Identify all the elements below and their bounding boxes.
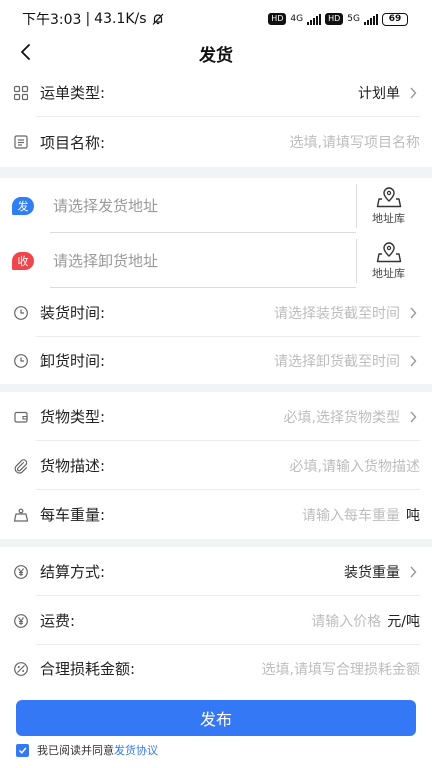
section-gap <box>0 539 432 547</box>
load-time-picker[interactable]: 请选择装货截至时间 <box>274 303 400 323</box>
status-bar: 下午3:03 | 43.1K/s HD 4G HD 5G 69 <box>0 0 432 38</box>
waybill-type-row[interactable]: 运单类型: 计划单 <box>0 68 432 117</box>
unload-time-picker[interactable]: 请选择卸货截至时间 <box>274 351 400 371</box>
settlement-method-label: 结算方式: <box>40 563 106 581</box>
goods-type-row[interactable]: 货物类型: 必填,选择货物类型 <box>0 392 432 441</box>
chevron-right-icon <box>406 86 420 100</box>
address-library-label: 地址库 <box>372 266 405 280</box>
section-gap <box>0 167 432 178</box>
goods-type-label: 货物类型: <box>40 408 106 426</box>
clock-icon <box>12 304 30 322</box>
goods-type-picker[interactable]: 必填,选择货物类型 <box>284 407 400 427</box>
publish-shipment-page: 下午3:03 | 43.1K/s HD 4G HD 5G 69 发货 运单类型:… <box>0 0 432 768</box>
status-left: 下午3:03 | 43.1K/s <box>22 9 165 29</box>
map-pin-icon <box>376 186 401 207</box>
goods-desc-input[interactable]: 必填,请输入货物描述 <box>290 456 420 476</box>
settlement-method-value[interactable]: 装货重量 <box>344 562 400 582</box>
chevron-right-icon <box>406 410 420 424</box>
agreement-text: 我已阅读并同意 <box>37 744 114 757</box>
send-badge: 发 <box>12 196 34 215</box>
bottom-action-bar: 发布 我已阅读并同意 发货协议 <box>0 690 432 768</box>
network-type-1: 4G <box>290 14 304 24</box>
waybill-section: 运单类型: 计划单 项目名称: 选填,请填写项目名称 <box>0 68 432 167</box>
address-library-label: 地址库 <box>372 211 405 225</box>
signal-icon <box>307 13 322 25</box>
network-type-2: 5G <box>347 14 360 24</box>
status-right: HD 4G HD 5G 69 <box>268 12 408 26</box>
discount-icon <box>12 660 30 678</box>
paperclip-icon <box>12 457 30 475</box>
section-gap <box>0 384 432 392</box>
yen-circle-icon <box>12 612 30 630</box>
chevron-right-icon <box>406 306 420 320</box>
receive-address-library-button[interactable]: 地址库 <box>357 241 420 281</box>
clock-icon <box>12 352 30 370</box>
project-name-row: 项目名称: 选填,请填写项目名称 <box>0 117 432 167</box>
freight-unit: 元/吨 <box>387 613 420 630</box>
freight-label: 运费: <box>40 612 76 630</box>
send-address-input[interactable]: 请选择发货地址 <box>50 178 356 233</box>
page-title: 发货 <box>199 45 233 66</box>
back-arrow-icon <box>21 44 30 60</box>
grid-icon <box>12 84 30 102</box>
settlement-section: 结算方式: 装货重量 运费: 请输入价格 元/吨 合理损耗金额: 选填,请填写合… <box>0 547 432 692</box>
mute-bell-icon <box>151 12 165 26</box>
project-name-label: 项目名称: <box>40 133 106 152</box>
chevron-right-icon <box>406 354 420 368</box>
nav-bar: 发货 <box>0 38 432 68</box>
unload-time-label: 卸货时间: <box>40 352 106 370</box>
publish-button[interactable]: 发布 <box>16 700 416 736</box>
wallet-icon <box>12 408 30 426</box>
hd-badge: HD <box>268 13 287 25</box>
send-address-placeholder: 请选择发货地址 <box>53 197 159 215</box>
loss-amount-row: 合理损耗金额: 选填,请填写合理损耗金额 <box>0 645 432 692</box>
waybill-type-value[interactable]: 计划单 <box>358 83 400 103</box>
agreement-checkbox[interactable] <box>16 743 29 757</box>
map-pin-icon <box>376 241 401 262</box>
receive-address-input[interactable]: 请选择卸货地址 <box>50 233 356 288</box>
settlement-method-row[interactable]: 结算方式: 装货重量 <box>0 547 432 596</box>
load-time-row[interactable]: 装货时间: 请选择装货截至时间 <box>0 288 432 337</box>
unload-time-row[interactable]: 卸货时间: 请选择卸货截至时间 <box>0 337 432 384</box>
freight-row: 运费: 请输入价格 元/吨 <box>0 596 432 645</box>
goods-desc-label: 货物描述: <box>40 457 106 475</box>
loss-amount-input[interactable]: 选填,请填写合理损耗金额 <box>262 659 420 679</box>
shipping-agreement-link[interactable]: 发货协议 <box>114 742 158 758</box>
back-button[interactable] <box>14 40 38 64</box>
truck-weight-input[interactable]: 请输入每车重量 <box>302 505 400 525</box>
hd-badge-2: HD <box>325 13 344 25</box>
agreement-row: 我已阅读并同意 发货协议 <box>16 742 158 758</box>
checkmark-icon <box>18 747 27 754</box>
battery-icon: 69 <box>382 12 408 26</box>
weight-icon <box>12 506 30 524</box>
truck-weight-label: 每车重量: <box>40 506 106 524</box>
project-name-input[interactable]: 选填,请填写项目名称 <box>290 132 420 152</box>
loss-amount-label: 合理损耗金额: <box>40 660 136 678</box>
send-address-row: 发 请选择发货地址 地址库 <box>0 178 432 233</box>
freight-input[interactable]: 请输入价格 <box>311 611 381 631</box>
receive-address-placeholder: 请选择卸货地址 <box>53 252 159 270</box>
receive-address-row: 收 请选择卸货地址 地址库 <box>0 233 432 288</box>
send-address-library-button[interactable]: 地址库 <box>357 186 420 226</box>
status-time: 下午3:03 <box>22 12 82 28</box>
chevron-right-icon <box>406 565 420 579</box>
goods-desc-row: 货物描述: 必填,请输入货物描述 <box>0 441 432 490</box>
weight-unit: 吨 <box>406 507 420 524</box>
waybill-type-label: 运单类型: <box>40 84 106 102</box>
truck-weight-row: 每车重量: 请输入每车重量 吨 <box>0 490 432 539</box>
network-speed: 43.1K/s <box>94 11 147 27</box>
yen-coin-icon <box>12 563 30 581</box>
document-list-icon <box>12 133 30 151</box>
goods-section: 货物类型: 必填,选择货物类型 货物描述: 必填,请输入货物描述 每车重量: 请… <box>0 392 432 539</box>
address-section: 发 请选择发货地址 地址库 收 请选择卸货地址 地址库 装货时间: 请选择装货截… <box>0 178 432 384</box>
load-time-label: 装货时间: <box>40 304 106 322</box>
signal-icon-2 <box>364 13 378 25</box>
receive-badge: 收 <box>12 251 34 270</box>
status-divider: | <box>85 11 91 27</box>
